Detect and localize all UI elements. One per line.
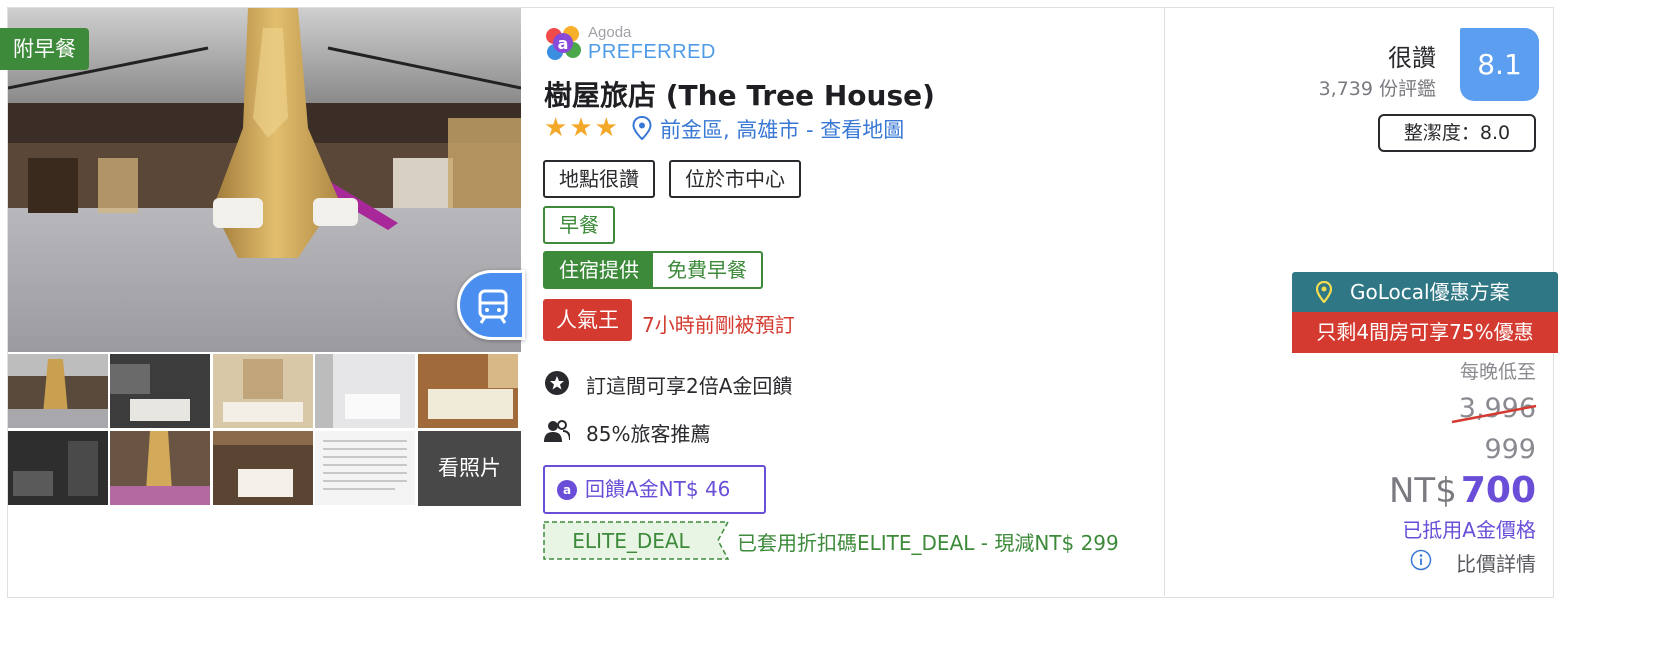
rooms-left-banner: 只剩4間房可享75%優惠	[1292, 312, 1558, 353]
discounted-price: 999	[1484, 434, 1536, 465]
thumbnail[interactable]	[8, 431, 108, 505]
thumbnail[interactable]	[315, 354, 415, 428]
currency-label: NT$	[1389, 471, 1457, 511]
agoda-label: Agoda	[588, 24, 632, 41]
a-coin-icon: a	[557, 480, 577, 500]
cleanliness-score: 整潔度：8.0	[1378, 114, 1536, 152]
hotel-name[interactable]: 樹屋旅店 (The Tree House)	[544, 74, 935, 114]
preferred-label: PREFERRED	[588, 41, 716, 63]
recent-booking-text: 7小時前剛被預訂	[642, 313, 795, 337]
thumbnail[interactable]	[213, 354, 313, 428]
train-icon	[478, 289, 508, 324]
promo-code-tag: ELITE_DEAL	[543, 521, 729, 560]
breakfast-badge: 附早餐	[0, 28, 89, 70]
cashback-box[interactable]: a 回饋A金NT$ 46	[543, 465, 766, 514]
promo-applied-text: 已套用折扣碼ELITE_DEAL - 現減NT$ 299	[737, 531, 1119, 555]
golocal-banner: GoLocal優惠方案	[1292, 272, 1558, 312]
highlight-tag: 地點很讚	[543, 160, 655, 198]
thumbnail[interactable]	[418, 354, 518, 428]
svg-text:a: a	[558, 34, 569, 53]
a-coin-price-label: 已抵用A金價格	[1402, 518, 1536, 542]
stay-includes-label: 住宿提供	[545, 253, 653, 287]
golocal-label: GoLocal優惠方案	[1350, 280, 1510, 304]
popular-badge: 人氣王	[543, 299, 632, 341]
transit-button[interactable]	[457, 270, 525, 340]
review-score-badge[interactable]: 8.1	[1460, 28, 1539, 101]
final-price-amount: 700	[1460, 470, 1536, 511]
per-night-label: 每晚低至	[1459, 361, 1536, 383]
star-icon: ★	[569, 113, 593, 143]
star-circle-icon	[545, 371, 569, 395]
cashback-label: 回饋A金NT$ 46	[585, 477, 731, 501]
agoda-logo-icon: a	[546, 26, 581, 60]
a-coin-feature-label: 訂這間可享2倍A金回饋	[586, 374, 793, 398]
thumbnail[interactable]	[315, 431, 415, 505]
strikethrough-line	[1451, 404, 1537, 424]
final-price[interactable]: NT$ 700	[1330, 470, 1536, 511]
thumbnail[interactable]	[8, 354, 108, 428]
star-icon: ★	[594, 113, 618, 143]
highlight-tag: 位於市中心	[669, 160, 801, 198]
breakfast-tag: 早餐	[543, 206, 615, 244]
star-icon: ★	[544, 113, 568, 143]
location-pin-icon	[632, 116, 652, 140]
location-pin-icon	[1316, 281, 1332, 303]
location-link[interactable]: 前金區, 高雄市 - 查看地圖	[660, 114, 904, 144]
thumbnail[interactable]	[110, 354, 210, 428]
thumbnail[interactable]	[213, 431, 313, 505]
free-breakfast-label: 免費早餐	[667, 258, 747, 282]
see-photos-button[interactable]: 看照片	[418, 431, 521, 506]
stay-includes-tag: 住宿提供 免費早餐	[543, 251, 763, 289]
review-count[interactable]: 3,739 份評鑑	[1250, 74, 1436, 101]
thumbnail[interactable]	[110, 431, 210, 505]
promo-code-label: ELITE_DEAL	[572, 529, 690, 553]
column-divider	[1164, 8, 1165, 596]
review-rating-word: 很讚	[1388, 44, 1436, 72]
people-icon	[544, 420, 570, 442]
price-compare-link[interactable]: 比價詳情	[1400, 548, 1536, 577]
recommend-feature-label: 85%旅客推薦	[586, 422, 711, 446]
star-rating: ★★★	[544, 113, 620, 143]
